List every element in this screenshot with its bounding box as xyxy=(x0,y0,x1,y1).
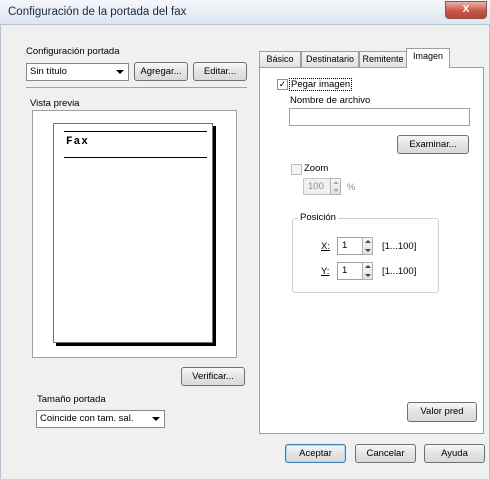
spin-up-icon xyxy=(365,265,371,268)
zoom-label: Zoom xyxy=(304,163,329,174)
position-group xyxy=(292,218,439,293)
title-bar: Configuración de la portada del fax X xyxy=(0,0,490,25)
position-y-range: [1...100] xyxy=(382,266,417,277)
position-y-input[interactable]: 1 xyxy=(337,262,363,280)
cover-config-select[interactable]: Sin título xyxy=(26,63,129,81)
tab-destinatario[interactable]: Destinatario xyxy=(301,51,359,67)
cover-config-label: Configuración portada xyxy=(26,46,120,57)
cover-size-label: Tamaño portada xyxy=(37,394,106,405)
paste-image-label: Pegar imagen xyxy=(289,78,353,91)
chevron-down-icon xyxy=(152,417,160,421)
help-button[interactable]: Ayuda xyxy=(424,444,485,463)
zoom-spinner[interactable] xyxy=(330,178,341,195)
position-x-label: X: xyxy=(321,241,330,252)
preview-rule-bottom xyxy=(64,157,207,158)
chevron-down-icon xyxy=(116,70,124,74)
browse-button[interactable]: Examinar... xyxy=(397,135,469,154)
separator xyxy=(26,87,247,88)
cover-size-select[interactable]: Coincide con tam. sal. xyxy=(36,410,165,428)
zoom-input[interactable]: 100 xyxy=(303,178,331,195)
close-button[interactable]: X xyxy=(445,1,487,19)
position-label: Posición xyxy=(298,212,338,223)
checkmark-icon: ✓ xyxy=(278,79,287,89)
paste-image-checkbox[interactable]: ✓ xyxy=(277,79,288,90)
preview-page-title: Fax xyxy=(66,136,89,148)
add-cover-button[interactable]: Agregar... xyxy=(134,62,188,81)
position-x-input[interactable]: 1 xyxy=(337,237,363,255)
window-title: Configuración de la portada del fax xyxy=(8,6,187,18)
position-y-spinner[interactable] xyxy=(362,262,373,280)
file-name-label: Nombre de archivo xyxy=(290,95,371,106)
preview-rule-top xyxy=(64,131,207,132)
spin-up-icon xyxy=(365,240,371,243)
cancel-button[interactable]: Cancelar xyxy=(355,444,416,463)
close-icon: X xyxy=(462,4,470,15)
ok-button[interactable]: Aceptar xyxy=(285,444,346,463)
spin-up-icon xyxy=(333,181,339,184)
zoom-unit: % xyxy=(347,182,356,193)
spin-down-icon xyxy=(365,249,371,252)
position-y-label: Y: xyxy=(321,266,330,277)
spin-down-icon xyxy=(365,274,371,277)
spin-down-icon xyxy=(333,189,339,192)
cover-size-value: Coincide con tam. sal. xyxy=(40,413,134,424)
default-value-button[interactable]: Valor pred xyxy=(407,402,477,422)
cover-config-value: Sin título xyxy=(30,66,67,77)
file-name-input[interactable] xyxy=(289,108,470,126)
position-x-spinner[interactable] xyxy=(362,237,373,255)
edit-cover-button[interactable]: Editar... xyxy=(193,62,247,81)
tab-remitente[interactable]: Remitente xyxy=(359,51,407,67)
tab-imagen[interactable]: Imagen xyxy=(406,48,450,68)
verify-button[interactable]: Verificar... xyxy=(181,367,245,386)
preview-page: Fax xyxy=(53,123,213,343)
position-x-range: [1...100] xyxy=(382,241,417,252)
tab-basico[interactable]: Básico xyxy=(259,51,301,67)
preview-label: Vista previa xyxy=(30,98,80,109)
zoom-checkbox[interactable] xyxy=(291,164,302,175)
